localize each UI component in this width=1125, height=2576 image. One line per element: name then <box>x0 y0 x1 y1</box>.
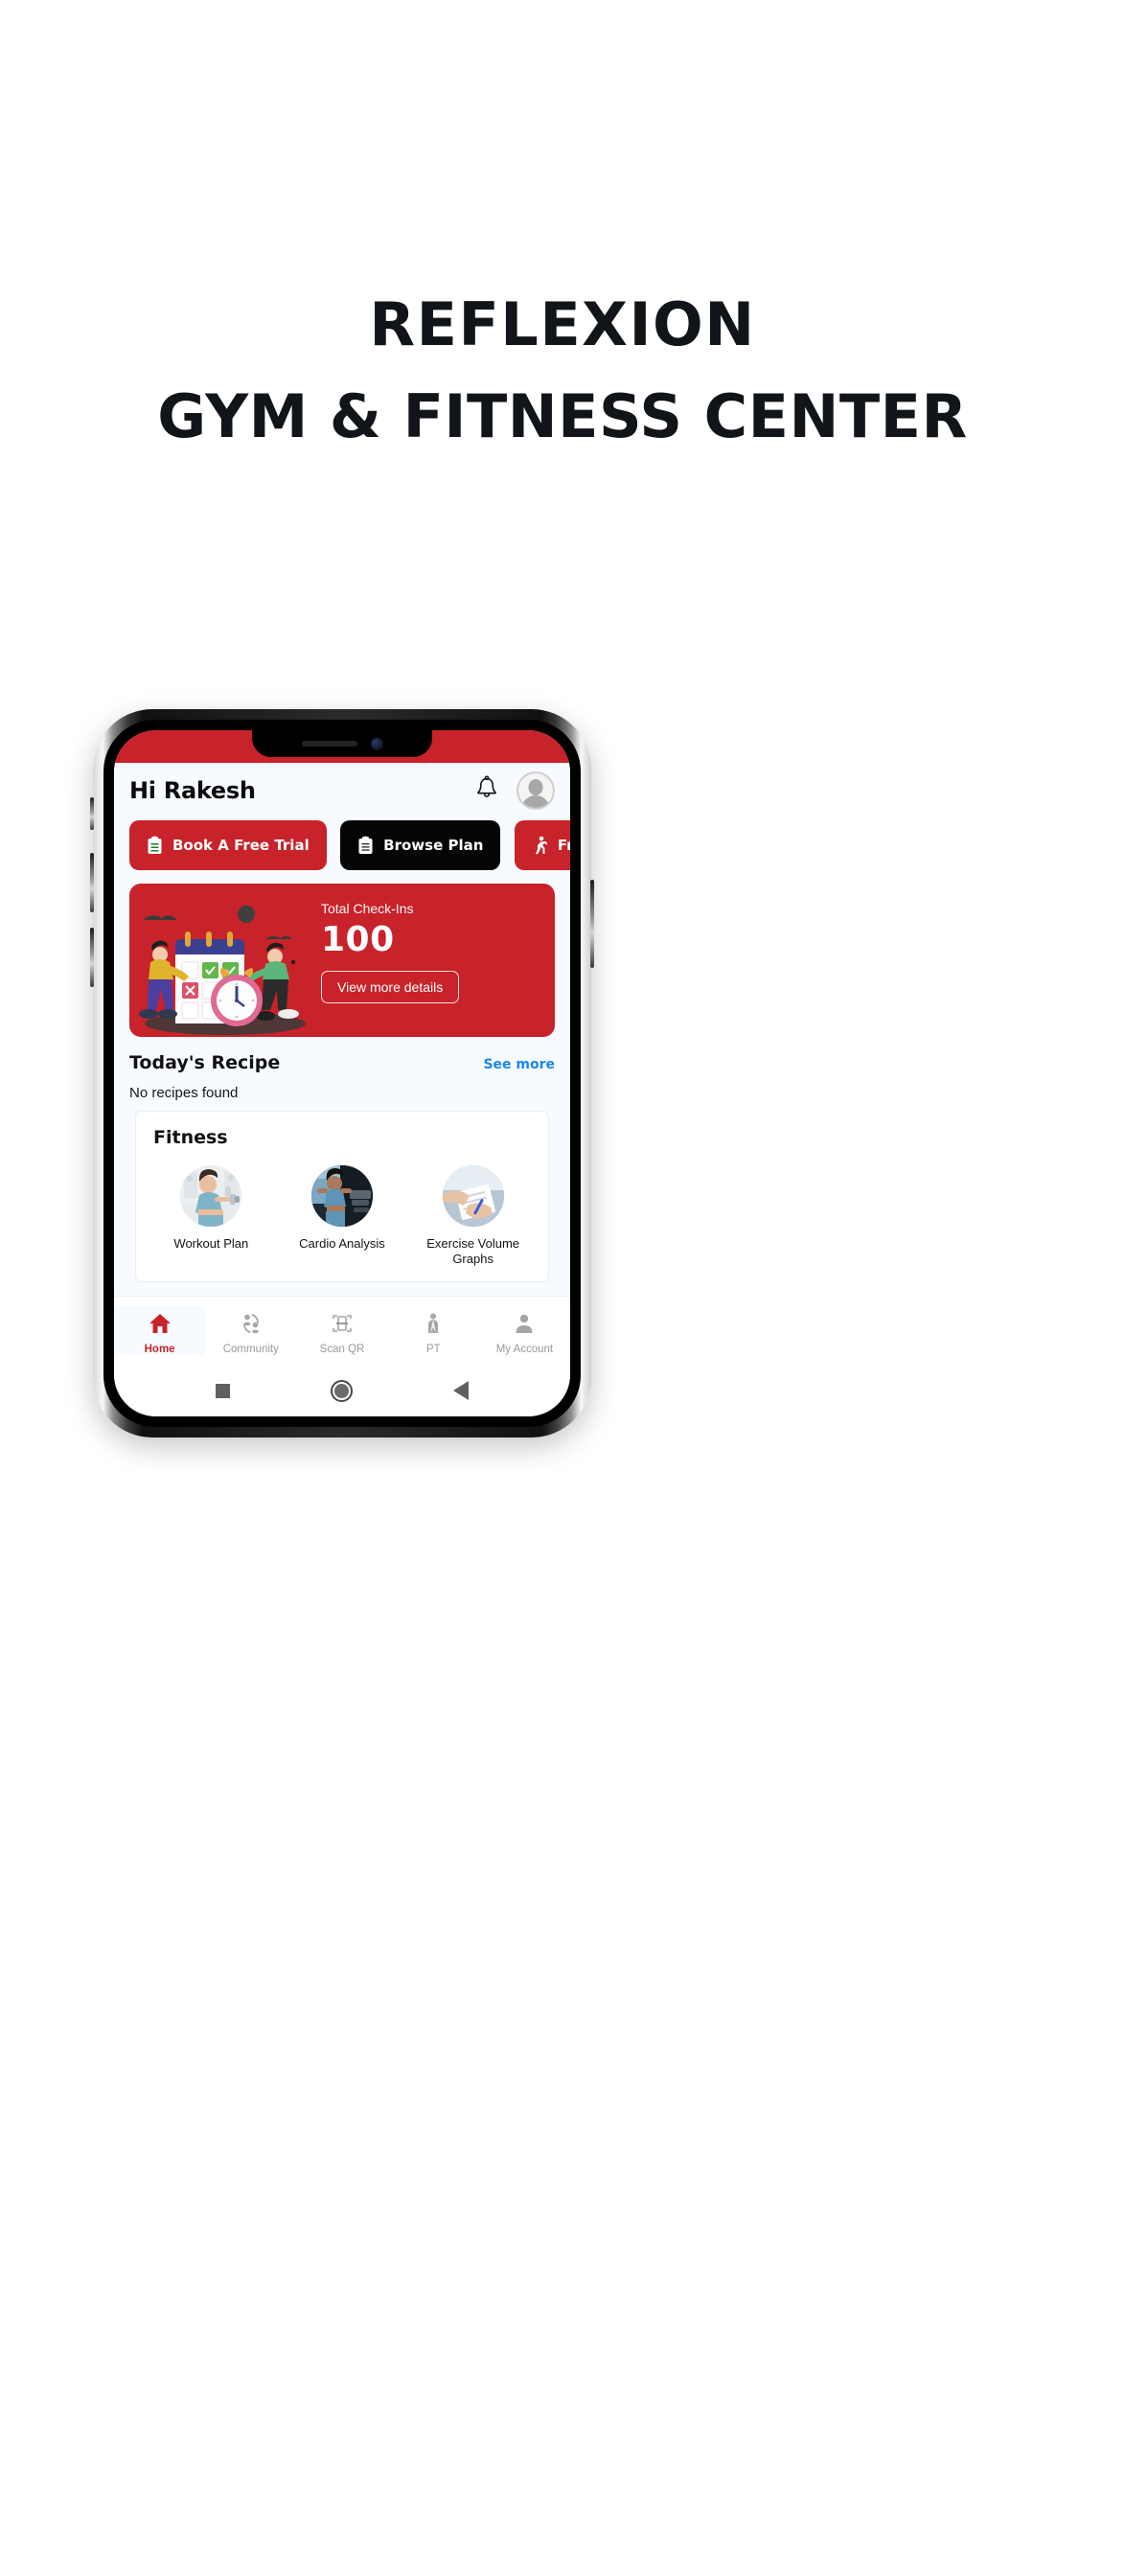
nav-item-pt[interactable]: PT <box>388 1306 479 1355</box>
todays-recipe-section: Today's Recipe See more No recipes found <box>114 1037 570 1111</box>
running-person-icon <box>532 836 548 856</box>
front-camera-icon <box>370 737 383 750</box>
home-icon <box>149 1314 171 1333</box>
community-icon <box>242 1314 259 1334</box>
fitness-tiles: Workout Plan Cardio Analysis Exercise Vo… <box>146 1165 539 1268</box>
nav-label: Scan QR <box>319 1344 365 1355</box>
nav-item-my-account[interactable]: My Account <box>479 1306 570 1355</box>
nav-item-home[interactable]: Home <box>114 1306 206 1355</box>
tile-workout-plan[interactable]: Workout Plan <box>146 1165 277 1268</box>
page-title: REFLEXION GYM & FITNESS CENTER <box>0 288 1125 453</box>
browse-plan-label: Browse Plan <box>383 837 484 854</box>
book-free-trial-button[interactable]: Book A Free Trial <box>129 820 327 870</box>
app-header: Hi Rakesh <box>114 763 570 818</box>
browse-plan-button[interactable]: Browse Plan <box>340 820 501 870</box>
total-checkins-card[interactable]: Total Check-Ins 100 View more details <box>129 884 555 1037</box>
free-session-label: Fr <box>557 837 570 854</box>
clipboard-icon <box>147 836 163 855</box>
nav-label: Home <box>144 1344 175 1355</box>
tile-label: Workout Plan <box>173 1236 249 1251</box>
phone-power-button[interactable] <box>590 880 594 968</box>
title-line-1: REFLEXION <box>369 289 756 359</box>
recipe-header-row: Today's Recipe See more <box>129 1052 555 1073</box>
triangle-back-icon[interactable] <box>452 1381 469 1400</box>
tile-label: Cardio Analysis <box>299 1236 385 1251</box>
checkin-value: 100 <box>321 920 395 959</box>
earpiece-speaker-icon <box>301 741 357 747</box>
checkin-label: Total Check-Ins <box>321 901 414 916</box>
phone-mockup: Hi Rakesh Book A Free Trial Browse Plan … <box>90 709 594 1438</box>
nav-label: Community <box>222 1344 279 1355</box>
android-system-bar <box>114 1365 570 1416</box>
calendar-people-clock-illustration <box>129 884 317 1037</box>
recipe-section-title: Today's Recipe <box>129 1052 281 1073</box>
free-session-button[interactable]: Fr <box>514 820 570 870</box>
hands-clipboard-photo <box>442 1165 504 1227</box>
phone-screen: Hi Rakesh Book A Free Trial Browse Plan … <box>114 730 570 1416</box>
nav-label: My Account <box>495 1344 554 1355</box>
phone-notch <box>252 730 432 757</box>
bell-icon[interactable] <box>474 774 499 807</box>
square-icon[interactable] <box>216 1383 231 1398</box>
tile-exercise-volume-graphs[interactable]: Exercise Volume Graphs <box>407 1165 539 1268</box>
clipboard-icon <box>357 836 374 855</box>
person-icon <box>516 1314 533 1333</box>
status-bar <box>114 730 570 763</box>
avatar[interactable] <box>517 771 555 810</box>
tile-cardio-analysis[interactable]: Cardio Analysis <box>277 1165 408 1268</box>
avatar-head-shape <box>528 779 543 795</box>
circle-icon[interactable] <box>330 1379 353 1402</box>
tile-label: Exercise Volume Graphs <box>426 1236 520 1267</box>
avatar-body-shape <box>521 795 550 808</box>
recipe-empty-text: No recipes found <box>129 1085 239 1101</box>
woman-dumbbell-photo <box>180 1165 242 1227</box>
book-free-trial-label: Book A Free Trial <box>172 837 310 854</box>
bottom-navigation: Home Community Scan QR PT My Account <box>114 1296 570 1365</box>
fitness-section-title: Fitness <box>153 1127 228 1148</box>
nav-item-community[interactable]: Community <box>205 1306 296 1355</box>
phone-silent-switch[interactable] <box>90 797 94 830</box>
nav-item-scan-qr[interactable]: Scan QR <box>296 1306 387 1355</box>
phone-volume-up-button[interactable] <box>90 853 94 912</box>
nav-label: PT <box>425 1344 441 1355</box>
phone-volume-down-button[interactable] <box>90 928 94 987</box>
fitness-category-card: Fitness Workout Plan Cardio Analysis Exe… <box>135 1111 549 1282</box>
trainer-icon <box>428 1313 439 1333</box>
title-line-2: GYM & FITNESS CENTER <box>157 380 968 451</box>
quick-actions-row[interactable]: Book A Free Trial Browse Plan Fr <box>114 818 570 878</box>
see-more-link[interactable]: See more <box>483 1057 555 1072</box>
view-more-details-button[interactable]: View more details <box>321 971 460 1003</box>
checkin-details: Total Check-Ins 100 View more details <box>317 884 555 1037</box>
qr-scan-icon <box>333 1315 352 1332</box>
greeting-text: Hi Rakesh <box>129 777 256 804</box>
woman-treadmill-photo <box>310 1165 373 1227</box>
